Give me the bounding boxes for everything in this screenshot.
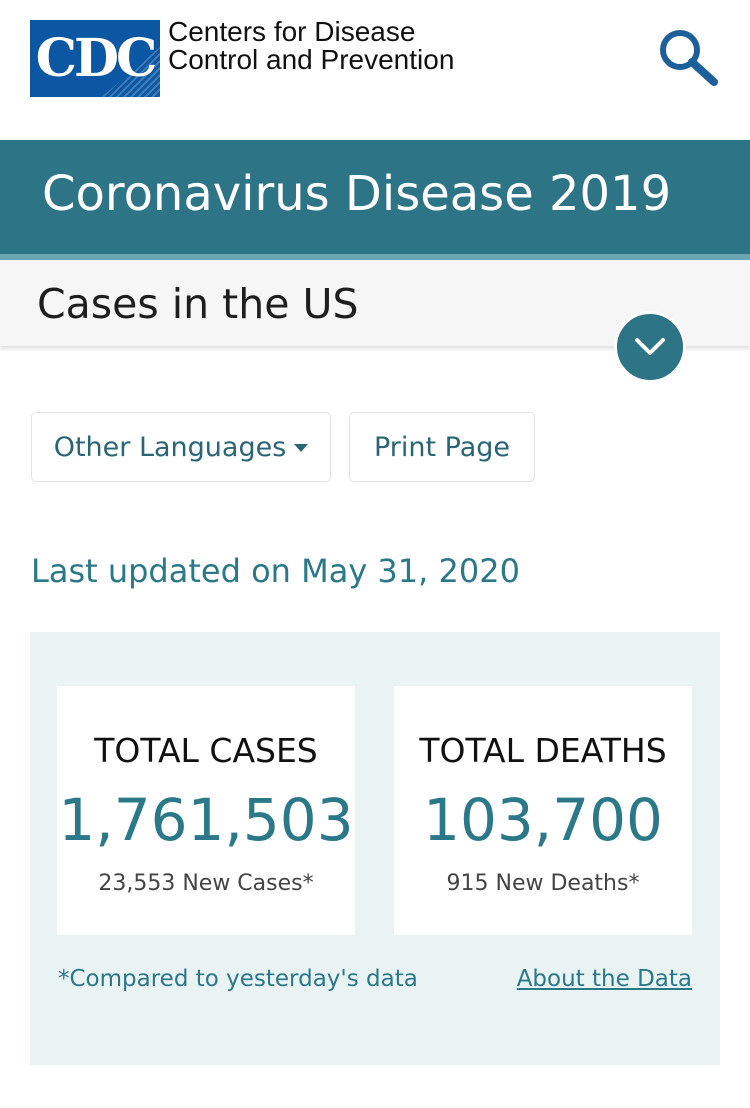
- print-page-label: Print Page: [373, 431, 511, 463]
- total-deaths-value: 103,700: [423, 786, 663, 854]
- agency-name-line2: Control and Prevention: [168, 44, 455, 75]
- stats-panel: TOTAL CASES 1,761,503 23,553 New Cases* …: [30, 632, 720, 1065]
- cdc-logo[interactable]: CDC: [30, 20, 160, 97]
- about-the-data-link[interactable]: About the Data: [517, 966, 692, 992]
- total-cases-value: 1,761,503: [58, 786, 354, 854]
- section-title: Cases in the US: [37, 280, 359, 328]
- agency-name-line1: Centers for Disease: [168, 16, 416, 47]
- total-cases-card: TOTAL CASES 1,761,503 23,553 New Cases*: [57, 686, 355, 935]
- banner-title[interactable]: Coronavirus Disease 2019: [42, 166, 671, 222]
- comparison-footnote: *Compared to yesterday's data: [58, 966, 418, 992]
- search-icon: [660, 30, 718, 86]
- logo-text: CDC: [35, 28, 158, 89]
- last-updated-text: Last updated on May 31, 2020: [31, 552, 520, 590]
- search-button[interactable]: [655, 25, 719, 89]
- total-deaths-card: TOTAL DEATHS 103,700 915 New Deaths*: [394, 686, 692, 935]
- agency-name: Centers for Disease Control and Preventi…: [168, 18, 454, 74]
- other-languages-dropdown[interactable]: Other Languages: [31, 412, 331, 482]
- new-cases-text: 23,553 New Cases*: [98, 871, 314, 896]
- section-toggle-button[interactable]: [614, 311, 686, 383]
- other-languages-label: Other Languages: [53, 431, 287, 463]
- new-deaths-text: 915 New Deaths*: [446, 871, 640, 896]
- total-deaths-label: TOTAL DEATHS: [419, 731, 667, 770]
- caret-down-icon: [294, 444, 309, 452]
- topic-banner: Coronavirus Disease 2019: [0, 140, 750, 260]
- chevron-down-icon: [635, 338, 665, 355]
- total-cases-label: TOTAL CASES: [94, 731, 318, 770]
- print-page-button[interactable]: Print Page: [349, 412, 535, 482]
